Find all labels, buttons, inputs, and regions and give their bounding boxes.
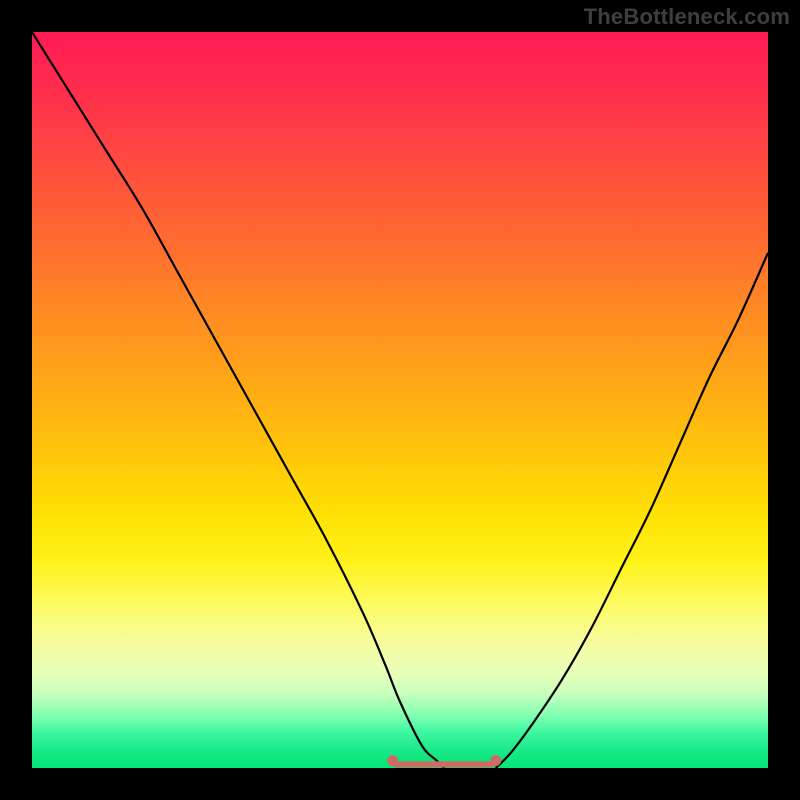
chart-overlay (32, 32, 768, 768)
plot-area (32, 32, 768, 768)
watermark-text: TheBottleneck.com (584, 4, 790, 30)
chart-frame: TheBottleneck.com (0, 0, 800, 800)
baseline-dash (387, 755, 501, 766)
curve-right (496, 253, 768, 768)
curve-left (32, 32, 444, 768)
